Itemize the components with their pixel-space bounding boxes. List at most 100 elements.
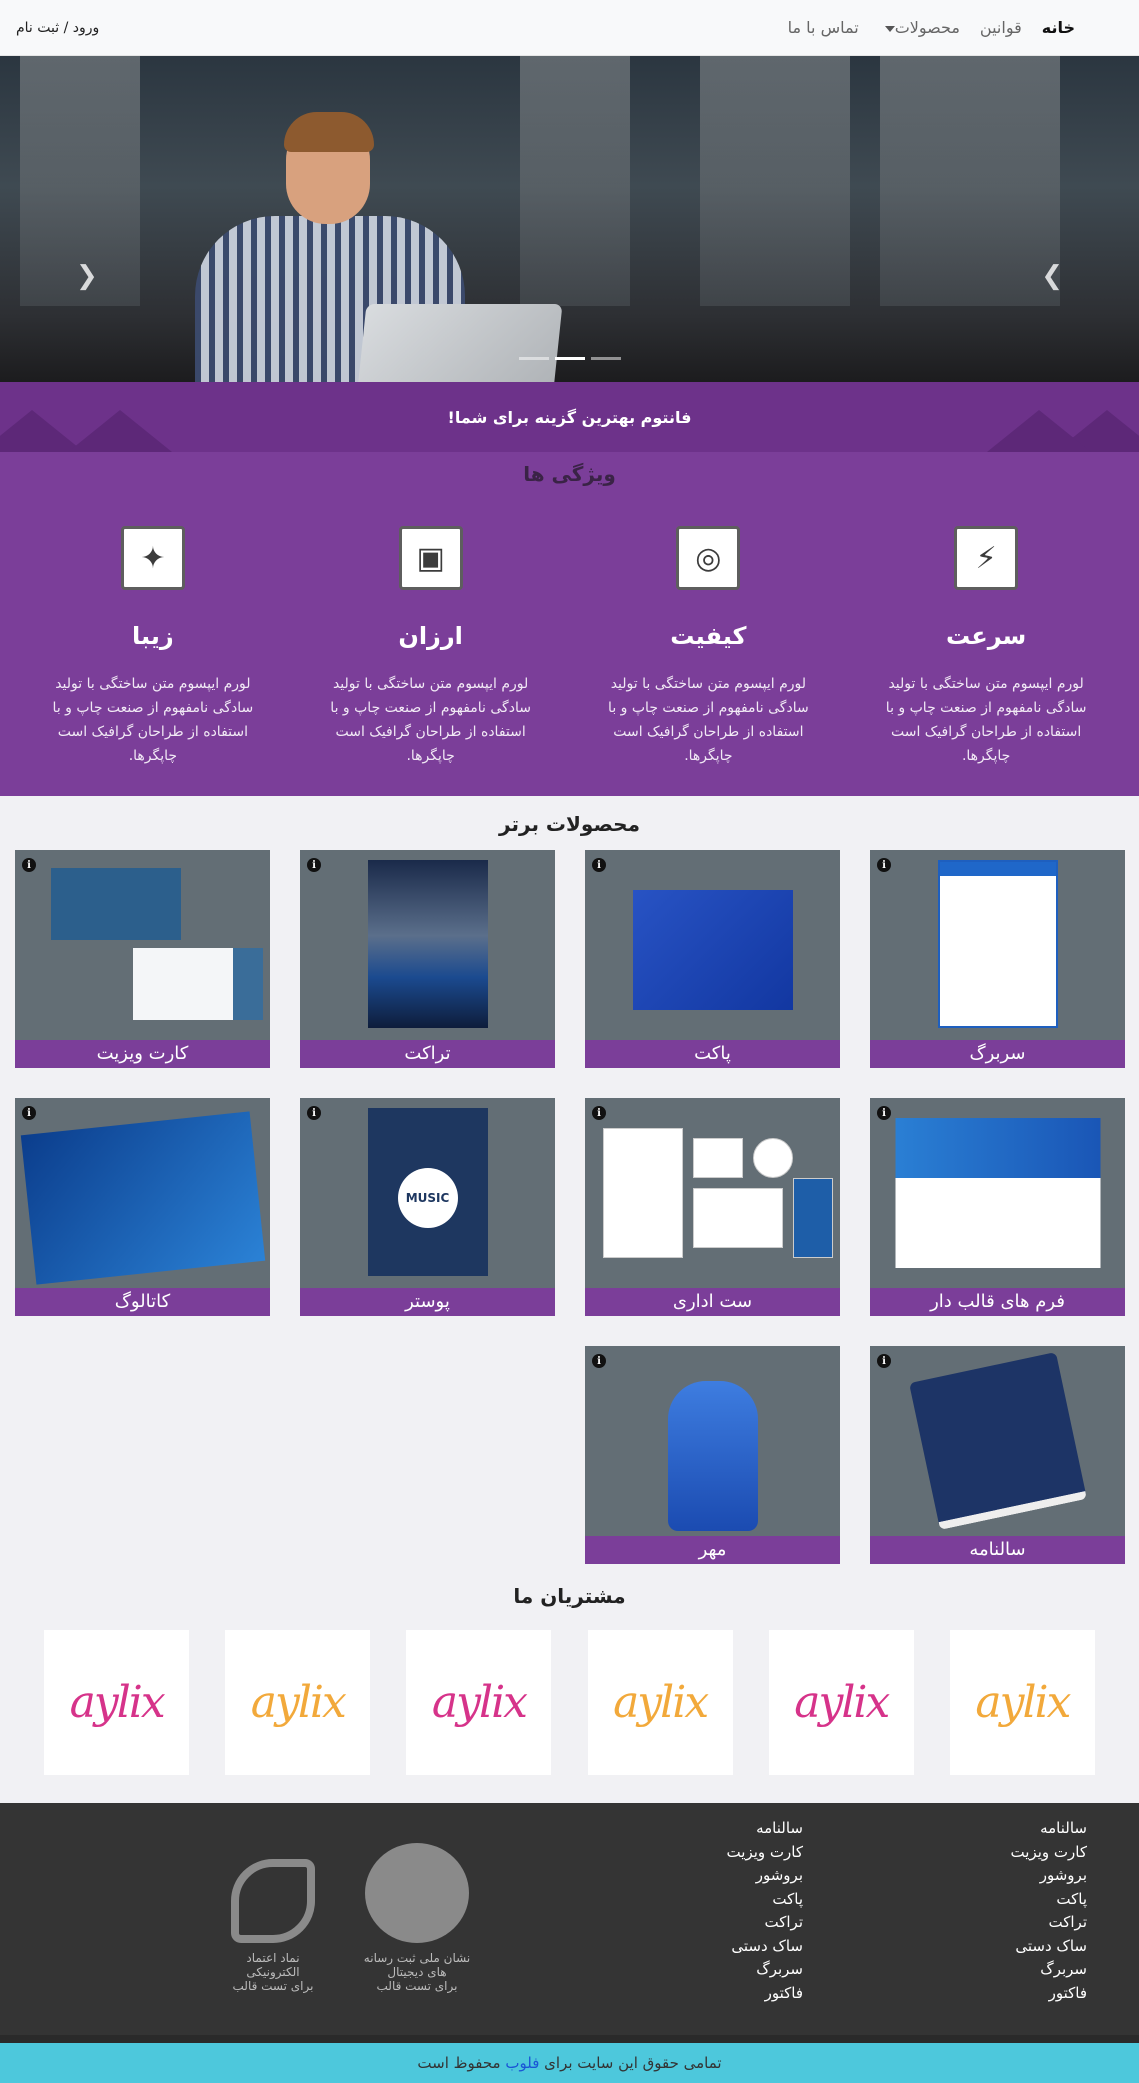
info-icon[interactable]: i [592, 858, 606, 872]
carousel-next-icon[interactable]: ❯ [1041, 261, 1063, 291]
footer-link[interactable]: تراکت [803, 1911, 1088, 1935]
footer-link[interactable]: ساک دستی [519, 1935, 803, 1959]
product-card[interactable]: i فرم های قالب دار [870, 1098, 1125, 1316]
product-card[interactable]: i پاکت [585, 850, 840, 1068]
feature-speed: ⚡ سرعت لورم ایپسوم متن ساختگی با تولید س… [866, 526, 1106, 768]
footer-link[interactable]: پاکت [519, 1888, 803, 1912]
product-label: پاکت [585, 1040, 840, 1068]
lifebuoy-icon: ◎ [676, 526, 741, 590]
product-card[interactable]: i پوستر [300, 1098, 555, 1316]
client-logo-text: aylix [69, 1677, 166, 1728]
product-card[interactable]: i تراکت [300, 850, 555, 1068]
nav-products-dropdown[interactable]: محصولات [879, 18, 960, 37]
client-logo-text: aylix [431, 1677, 528, 1728]
info-icon[interactable]: i [877, 858, 891, 872]
copyright-brand-link[interactable]: فلوب [505, 2054, 539, 2072]
product-label: مهر [585, 1536, 840, 1564]
features-title: ویژگی ها [523, 462, 616, 486]
carousel-indicator[interactable] [590, 357, 621, 360]
info-icon[interactable]: i [307, 1106, 321, 1120]
info-icon[interactable]: i [592, 1354, 606, 1368]
letterhead-image [937, 860, 1058, 1028]
client-logo-text: aylix [613, 1677, 709, 1728]
enamad-badge[interactable]: نماد اعتماد الکترونیکی برای تست قالب [218, 1843, 328, 1993]
products-title: محصولات برتر [499, 812, 640, 836]
nav-products-label: محصولات [894, 18, 960, 37]
nav-contact-link[interactable]: تماس با ما [788, 18, 859, 37]
features-list: ⚡ سرعت لورم ایپسوم متن ساختگی با تولید س… [0, 526, 1139, 796]
product-card[interactable]: i ست اداری [585, 1098, 840, 1316]
products-grid: i سربرگ i پاکت i تراکت i کارت ویزیت i فر… [0, 850, 1139, 1564]
folder-image [632, 890, 793, 1010]
feature-beautiful: ✦ زیبا لورم ایپسوم متن ساختگی با تولید س… [33, 526, 273, 768]
product-card[interactable]: i مهر [585, 1346, 840, 1564]
nav-home-link[interactable]: خانه [1042, 18, 1075, 37]
product-label: پوستر [300, 1288, 555, 1316]
product-label: فرم های قالب دار [870, 1288, 1125, 1316]
product-label: سالنامه [870, 1536, 1125, 1564]
product-card[interactable]: i کارت ویزیت [15, 850, 270, 1068]
samandehi-badge[interactable]: نشان ملی ثبت رسانه های دیجیتال برای تست … [362, 1843, 472, 1993]
features-section: فانتوم بهترین گزینه برای شما! ویژگی ها ⚡… [0, 382, 1139, 796]
footer-links-col1: سالنامه کارت ویزیت بروشور پاکت تراکت ساک… [803, 1817, 1087, 2035]
footer-link[interactable]: سربرگ [519, 1958, 803, 1982]
copyright-bar: تمامی حقوق این سایت برای فلوب محفوظ است [0, 2035, 1139, 2083]
footer-link[interactable]: فاکتور [803, 1982, 1087, 2006]
info-icon[interactable]: i [877, 1354, 891, 1368]
footer-link[interactable]: سالنامه [803, 1817, 1087, 1841]
carousel-prev-icon[interactable]: ❮ [76, 261, 98, 291]
feature-cheap: ▣ ارزان لورم ایپسوم متن ساختگی با تولید … [311, 526, 551, 768]
client-logo-text: aylix [975, 1677, 1071, 1728]
info-icon[interactable]: i [22, 1106, 36, 1120]
flyer-image [367, 860, 488, 1028]
info-icon[interactable]: i [307, 858, 321, 872]
footer-link[interactable]: ساک دستی [803, 1935, 1087, 1959]
magic-wand-icon: ✦ [120, 526, 185, 590]
info-icon[interactable]: i [877, 1106, 891, 1120]
footer-link[interactable]: بروشور [519, 1864, 803, 1888]
client-logo[interactable]: aylix [768, 1630, 914, 1775]
product-card[interactable]: i سربرگ [870, 850, 1125, 1068]
hero-laptop [353, 304, 563, 382]
footer-link[interactable]: کارت ویزیت [519, 1841, 803, 1865]
footer-link[interactable]: بروشور [803, 1864, 1087, 1888]
footer-links-col2: سالنامه کارت ویزیت بروشور پاکت تراکت ساک… [519, 1817, 803, 2035]
feature-text: لورم ایپسوم متن ساختگی با تولید سادگی نا… [330, 676, 531, 764]
nav-links: خانه قوانین محصولات تماس با ما [788, 18, 1075, 37]
money-icon: ▣ [398, 526, 463, 590]
top-navbar: خانه قوانین محصولات تماس با ما ورود / ثب… [0, 0, 1139, 56]
carousel-indicator[interactable] [518, 357, 549, 360]
footer-link[interactable]: فاکتور [519, 1982, 803, 2006]
carousel-indicator-active[interactable] [554, 357, 585, 360]
client-logo[interactable]: aylix [225, 1630, 371, 1775]
stamp-image [667, 1381, 758, 1531]
ribbon-triangle [68, 410, 172, 452]
client-logo-text: aylix [794, 1677, 890, 1728]
background-window [520, 56, 630, 306]
product-card[interactable]: i کاتالوگ [15, 1098, 270, 1316]
client-logo[interactable]: aylix [44, 1630, 190, 1775]
client-logo-text: aylix [250, 1677, 347, 1728]
feature-title: ارزان [398, 622, 463, 650]
enamad-logo-icon [231, 1859, 315, 1943]
planner-image [908, 1352, 1087, 1530]
background-window [700, 56, 850, 306]
footer-link[interactable]: سربرگ [803, 1958, 1087, 1982]
stationery-image [593, 1108, 833, 1268]
client-logo[interactable]: aylix [949, 1630, 1095, 1775]
copyright-text-after: محفوظ است [417, 2054, 501, 2072]
footer-link[interactable]: پاکت [803, 1888, 1087, 1912]
product-label: کارت ویزیت [15, 1040, 270, 1068]
login-register-link[interactable]: ورود / ثبت نام [16, 20, 99, 36]
footer-link[interactable]: سالنامه [519, 1817, 803, 1841]
product-card[interactable]: i سالنامه [870, 1346, 1125, 1564]
client-logo[interactable]: aylix [406, 1630, 552, 1775]
footer-link[interactable]: کارت ویزیت [803, 1841, 1087, 1865]
nav-rules-link[interactable]: قوانین [980, 18, 1022, 37]
feature-quality: ◎ کیفیت لورم ایپسوم متن ساختگی با تولید … [588, 526, 828, 768]
client-logo[interactable]: aylix [587, 1630, 733, 1775]
hero-person-hair [284, 112, 374, 152]
product-label: ست اداری [585, 1288, 840, 1316]
footer-link[interactable]: تراکت [519, 1911, 804, 1935]
feature-title: کیفیت [670, 622, 747, 650]
